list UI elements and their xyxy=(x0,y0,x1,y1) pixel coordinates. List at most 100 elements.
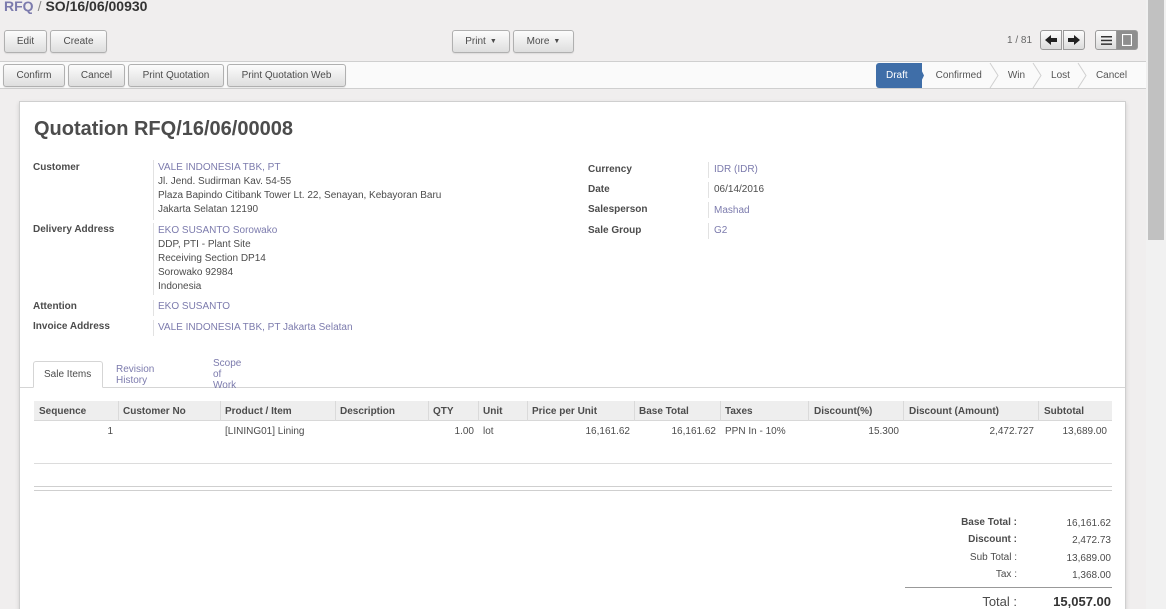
tabs-divider xyxy=(20,387,1125,388)
column-separator xyxy=(1038,401,1039,421)
column-header-customer-no[interactable]: Customer No xyxy=(123,406,186,417)
customer-address-line: Plaza Bapindo Citibank Tower Lt. 22, Sen… xyxy=(158,190,442,201)
totals-divider xyxy=(905,587,1112,588)
column-header-product[interactable]: Product / Item xyxy=(225,406,292,417)
column-separator xyxy=(335,401,336,421)
tab-sale-items[interactable]: Sale Items xyxy=(33,361,103,388)
caret-down-icon: ▼ xyxy=(489,38,497,45)
delivery-address-line: Indonesia xyxy=(158,281,202,292)
more-dropdown-button[interactable]: More ▼ xyxy=(513,30,574,53)
cell-discount-percent: 15.300 xyxy=(868,426,899,437)
breadcrumb: RFQ / SO/16/06/00930 xyxy=(4,0,147,14)
column-header-discount-percent[interactable]: Discount(%) xyxy=(814,406,872,417)
tab-revision-history[interactable]: Revision History xyxy=(106,361,164,388)
delivery-address-line: DDP, PTI - Plant Site xyxy=(158,239,251,250)
sale-group-link[interactable]: G2 xyxy=(714,224,727,238)
base-total-label: Base Total : xyxy=(961,517,1017,528)
previous-record-button[interactable] xyxy=(1040,30,1062,50)
cell-subtotal: 13,689.00 xyxy=(1062,426,1108,437)
invoice-address-link[interactable]: VALE INDONESIA TBK, PT Jakarta Selatan xyxy=(158,321,353,335)
breadcrumb-separator: / xyxy=(37,0,42,14)
attention-label: Attention xyxy=(33,301,77,312)
print-label: Print xyxy=(465,36,486,47)
column-header-sequence[interactable]: Sequence xyxy=(39,406,86,417)
section-divider xyxy=(34,490,1112,491)
column-separator xyxy=(118,401,119,421)
delivery-address-label: Delivery Address xyxy=(33,224,115,235)
table-bottom-border xyxy=(34,463,1112,464)
column-header-qty[interactable]: QTY xyxy=(433,406,454,417)
confirm-button[interactable]: Confirm xyxy=(3,64,65,87)
cell-sequence: 1 xyxy=(107,426,113,437)
delivery-address-line: Sorowako 92984 xyxy=(158,267,234,278)
cell-base-total: 16,161.62 xyxy=(671,426,717,437)
column-header-price-per-unit[interactable]: Price per Unit xyxy=(532,406,597,417)
stage-lost[interactable]: Lost xyxy=(1037,63,1082,88)
column-separator xyxy=(634,401,635,421)
column-separator xyxy=(720,401,721,421)
column-separator xyxy=(220,401,221,421)
print-dropdown-button[interactable]: Print ▼ xyxy=(452,30,510,53)
customer-link[interactable]: VALE INDONESIA TBK, PT xyxy=(158,161,280,175)
form-view-icon xyxy=(1122,34,1132,46)
stage-cancel[interactable]: Cancel xyxy=(1082,63,1139,88)
subtotal-value: 13,689.00 xyxy=(1066,553,1112,564)
pager-counter: 1 / 81 xyxy=(1007,35,1033,46)
stage-win[interactable]: Win xyxy=(994,63,1037,88)
form-view-button[interactable] xyxy=(1116,30,1138,50)
column-header-discount-amount[interactable]: Discount (Amount) xyxy=(909,406,999,417)
column-separator xyxy=(808,401,809,421)
field-divider xyxy=(153,320,154,336)
list-view-icon xyxy=(1100,35,1112,45)
breadcrumb-parent-link[interactable]: RFQ xyxy=(4,0,34,14)
column-separator xyxy=(428,401,429,421)
total-value: 15,057.00 xyxy=(1053,594,1111,609)
field-divider xyxy=(708,202,709,218)
tab-scope-of-work[interactable]: Scope of Work xyxy=(203,358,251,391)
print-quotation-web-button[interactable]: Print Quotation Web xyxy=(227,64,346,87)
field-divider xyxy=(153,300,154,316)
print-quotation-button[interactable]: Print Quotation xyxy=(128,64,224,87)
field-divider xyxy=(708,162,709,178)
column-header-description[interactable]: Description xyxy=(340,406,395,417)
page-title: Quotation RFQ/16/06/00008 xyxy=(34,118,293,140)
currency-link[interactable]: IDR (IDR) xyxy=(714,163,758,177)
column-header-subtotal[interactable]: Subtotal xyxy=(1044,406,1084,417)
next-record-button[interactable] xyxy=(1063,30,1085,50)
field-divider xyxy=(153,223,154,295)
date-value: 06/14/2016 xyxy=(714,184,765,195)
create-button[interactable]: Create xyxy=(50,30,107,53)
arrow-right-icon xyxy=(1068,35,1080,45)
customer-address-line: Jakarta Selatan 12190 xyxy=(158,204,259,215)
sale-group-label: Sale Group xyxy=(588,225,642,236)
field-divider xyxy=(708,223,709,239)
section-divider xyxy=(34,486,1112,487)
stage-draft[interactable]: Draft xyxy=(876,63,922,88)
cell-product: [LINING01] Lining xyxy=(225,426,305,437)
subtotal-label: Sub Total : xyxy=(969,552,1017,563)
tax-label: Tax : xyxy=(995,569,1017,580)
column-header-taxes[interactable]: Taxes xyxy=(725,406,753,417)
salesperson-link[interactable]: Mashad xyxy=(714,204,750,218)
scrollbar-thumb[interactable] xyxy=(1148,0,1164,240)
cell-price-per-unit: 16,161.62 xyxy=(585,426,631,437)
currency-label: Currency xyxy=(588,164,632,175)
discount-value: 2,472.73 xyxy=(1072,535,1111,546)
edit-button[interactable]: Edit xyxy=(4,30,47,53)
arrow-left-icon xyxy=(1045,35,1057,45)
delivery-address-link[interactable]: EKO SUSANTO Sorowako xyxy=(158,224,277,238)
salesperson-label: Salesperson xyxy=(588,204,648,215)
page-scrollbar[interactable] xyxy=(1146,0,1166,609)
customer-label: Customer xyxy=(33,162,80,173)
stage-confirmed[interactable]: Confirmed xyxy=(922,63,994,88)
invoice-address-label: Invoice Address xyxy=(33,321,110,332)
base-total-value: 16,161.62 xyxy=(1066,518,1112,529)
column-header-base-total[interactable]: Base Total xyxy=(639,406,689,417)
attention-link[interactable]: EKO SUSANTO xyxy=(158,300,230,314)
caret-down-icon: ▼ xyxy=(553,38,561,45)
list-view-button[interactable] xyxy=(1095,30,1117,50)
column-header-unit[interactable]: Unit xyxy=(483,406,502,417)
cancel-button[interactable]: Cancel xyxy=(68,64,125,87)
cell-taxes: PPN In - 10% xyxy=(725,426,786,437)
delivery-address-line: Receiving Section DP14 xyxy=(158,253,266,264)
